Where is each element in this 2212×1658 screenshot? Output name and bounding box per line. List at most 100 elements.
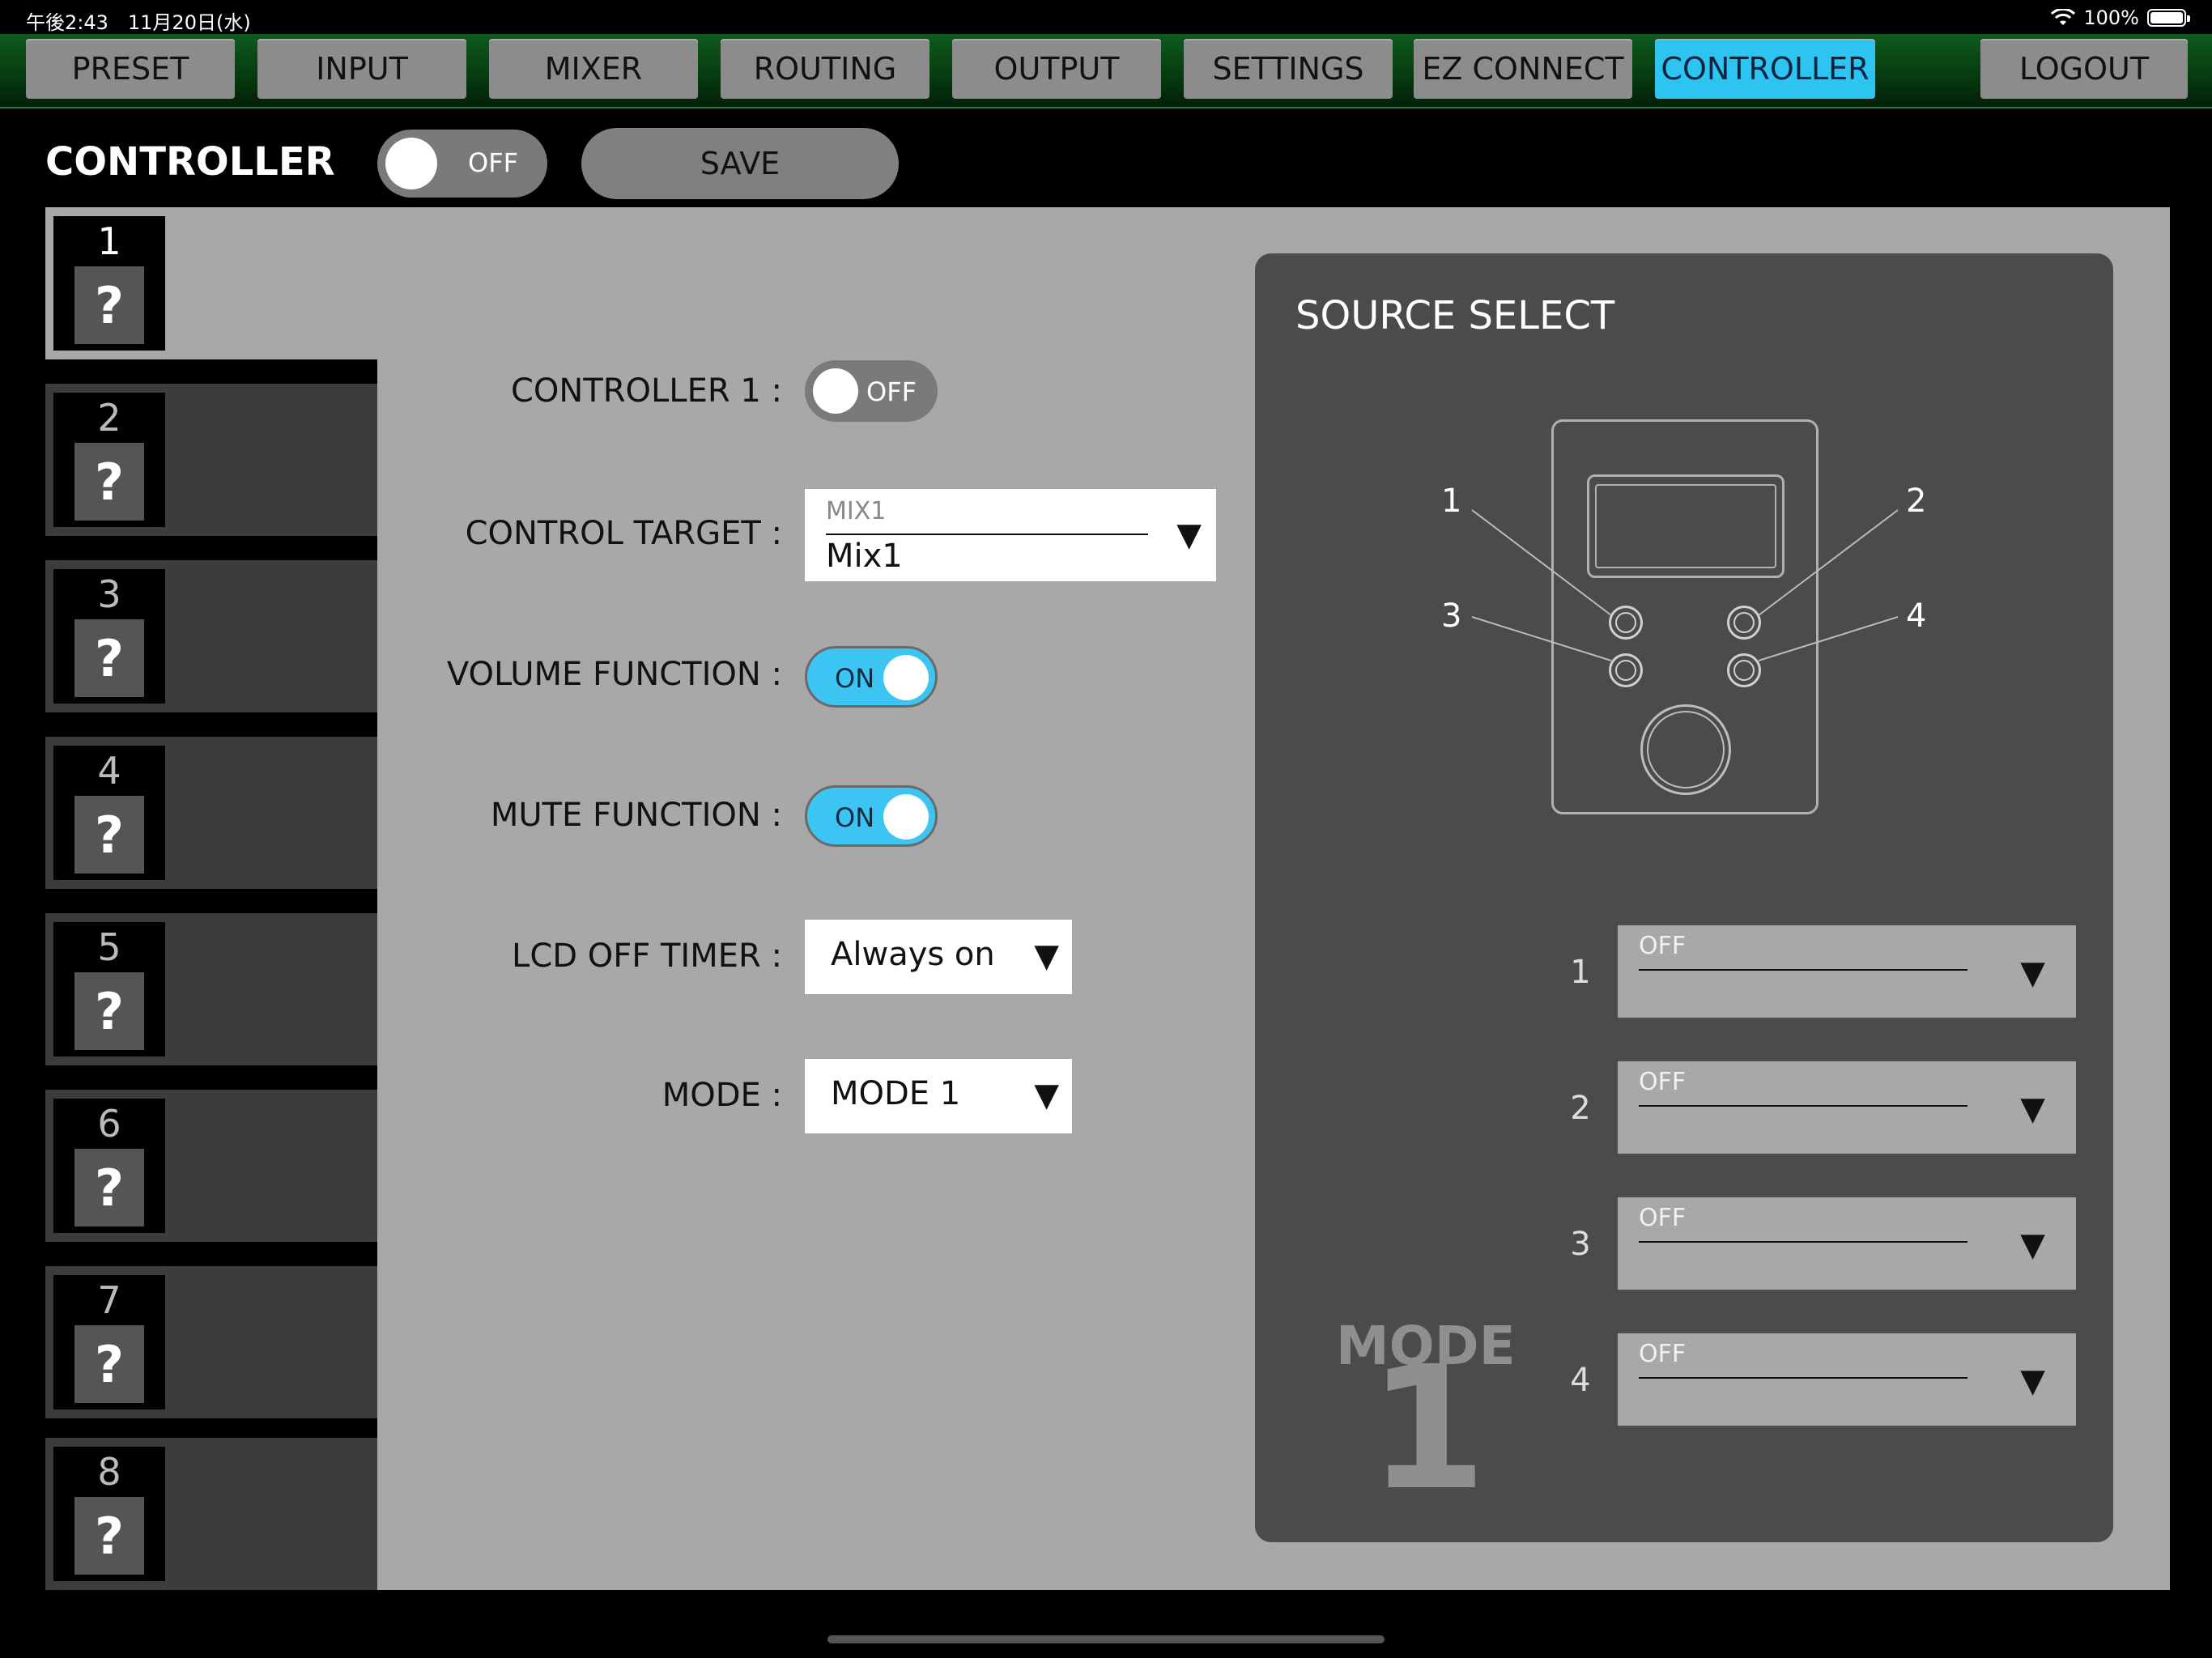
controller-number: 7	[97, 1278, 121, 1322]
toggle-knob	[883, 794, 929, 840]
mode-value: MODE 1	[831, 1075, 961, 1112]
mode-select[interactable]: MODE 1 ▼	[805, 1059, 1072, 1133]
underline	[1639, 969, 1967, 971]
callout-2: 2	[1906, 483, 1927, 520]
divider	[45, 536, 377, 560]
controller-number: 8	[97, 1450, 121, 1494]
device-lcd-inner	[1595, 484, 1776, 568]
save-button[interactable]: SAVE	[581, 128, 899, 199]
source-2-select[interactable]: OFF ▼	[1618, 1061, 2076, 1154]
toggle-knob	[813, 368, 858, 414]
tab-settings[interactable]: SETTINGS	[1184, 39, 1393, 99]
battery-icon	[2147, 9, 2190, 27]
controller-1-label: CONTROLLER 1 :	[510, 372, 782, 410]
source-1-value: OFF	[1639, 932, 1687, 960]
lcd-off-timer-value: Always on	[831, 936, 995, 973]
underline	[1639, 1105, 1967, 1107]
mode-label: MODE :	[661, 1077, 782, 1114]
mute-function-label: MUTE FUNCTION :	[490, 797, 782, 834]
tab-controller[interactable]: CONTROLLER	[1655, 39, 1875, 99]
toggle-state-label: ON	[835, 663, 875, 694]
controller-tab-3[interactable]: 3 ?	[45, 560, 377, 712]
tab-routing[interactable]: ROUTING	[721, 39, 929, 99]
device-button-4	[1727, 653, 1761, 687]
device-knob-inner	[1647, 711, 1725, 789]
underline	[1639, 1377, 1967, 1379]
controller-1-toggle[interactable]: OFF	[805, 360, 938, 422]
unknown-device-icon: ?	[74, 972, 144, 1050]
controller-card: 5 ?	[53, 922, 165, 1056]
underline	[826, 534, 1148, 535]
unknown-device-icon: ?	[74, 443, 144, 521]
callout-4: 4	[1906, 597, 1927, 635]
mute-function-toggle[interactable]: ON	[805, 785, 938, 847]
source-1-select[interactable]: OFF ▼	[1618, 925, 2076, 1018]
chevron-down-icon: ▼	[1034, 1077, 1059, 1114]
controller-tab-1[interactable]: 1 ?	[45, 207, 377, 359]
control-target-label: CONTROL TARGET :	[465, 515, 782, 552]
controller-master-toggle[interactable]: OFF	[377, 130, 547, 198]
controller-card: 2 ?	[53, 393, 165, 527]
logout-button[interactable]: LOGOUT	[1980, 39, 2188, 99]
lcd-off-timer-select[interactable]: Always on ▼	[805, 920, 1072, 994]
home-indicator[interactable]	[827, 1635, 1385, 1643]
source-3-value: OFF	[1639, 1204, 1687, 1232]
source-2-value: OFF	[1639, 1068, 1687, 1096]
tab-output[interactable]: OUTPUT	[952, 39, 1161, 99]
unknown-device-icon: ?	[74, 1325, 144, 1403]
controller-number: 6	[97, 1102, 121, 1146]
divider	[45, 1242, 377, 1266]
chevron-down-icon: ▼	[1034, 937, 1059, 975]
chevron-down-icon: ▼	[2020, 1363, 2045, 1400]
status-time: 午後2:43 11月20日(水)	[26, 11, 251, 34]
control-target-id: MIX1	[826, 497, 887, 525]
toggle-state-label: OFF	[468, 147, 518, 178]
source-3-select[interactable]: OFF ▼	[1618, 1197, 2076, 1290]
controller-tab-6[interactable]: 6 ?	[45, 1090, 377, 1242]
controller-card: 6 ?	[53, 1099, 165, 1233]
source-4-select[interactable]: OFF ▼	[1618, 1333, 2076, 1426]
controller-card: 4 ?	[53, 746, 165, 880]
controller-number: 2	[97, 396, 121, 440]
source-row-number: 2	[1570, 1090, 1591, 1127]
toggle-knob	[385, 138, 437, 189]
lcd-off-timer-label: LCD OFF TIMER :	[512, 937, 782, 975]
controller-tab-7[interactable]: 7 ?	[45, 1266, 377, 1418]
controller-tab-5[interactable]: 5 ?	[45, 913, 377, 1065]
controller-number: 4	[97, 749, 121, 793]
toggle-knob	[883, 655, 929, 700]
controller-tab-2[interactable]: 2 ?	[45, 384, 377, 536]
divider	[45, 1065, 377, 1090]
callout-3: 3	[1441, 597, 1462, 635]
unknown-device-icon: ?	[74, 1497, 144, 1575]
wifi-icon	[2051, 9, 2076, 25]
tab-preset[interactable]: PRESET	[26, 39, 235, 99]
controller-tab-4[interactable]: 4 ?	[45, 737, 377, 889]
unknown-device-icon: ?	[74, 1149, 144, 1226]
tab-input[interactable]: INPUT	[257, 39, 466, 99]
tab-ez-connect[interactable]: EZ CONNECT	[1414, 39, 1632, 99]
underline	[1639, 1241, 1967, 1243]
controller-number: 1	[97, 219, 121, 263]
unknown-device-icon: ?	[74, 796, 144, 874]
tab-mixer[interactable]: MIXER	[489, 39, 698, 99]
control-target-select[interactable]: MIX1 Mix1 ▼	[805, 489, 1216, 581]
volume-function-label: VOLUME FUNCTION :	[446, 656, 782, 693]
controller-card: 7 ?	[53, 1275, 165, 1409]
divider	[45, 889, 377, 913]
source-row-number: 1	[1570, 954, 1591, 991]
status-indicators: 100%	[2051, 6, 2190, 29]
chevron-down-icon: ▼	[2020, 954, 2045, 992]
unknown-device-icon: ?	[74, 619, 144, 697]
controller-tab-8[interactable]: 8 ?	[45, 1438, 377, 1590]
page-title: CONTROLLER	[45, 139, 335, 185]
mode-indicator-number: 1	[1368, 1329, 1487, 1528]
callout-1: 1	[1441, 483, 1462, 520]
volume-function-toggle[interactable]: ON	[805, 646, 938, 708]
controller-card: 1 ?	[53, 216, 165, 351]
controller-number: 3	[97, 572, 121, 616]
chevron-down-icon: ▼	[1176, 517, 1202, 554]
controller-card: 8 ?	[53, 1447, 165, 1581]
device-button-3	[1609, 653, 1643, 687]
source-select-title: SOURCE SELECT	[1295, 293, 1615, 338]
